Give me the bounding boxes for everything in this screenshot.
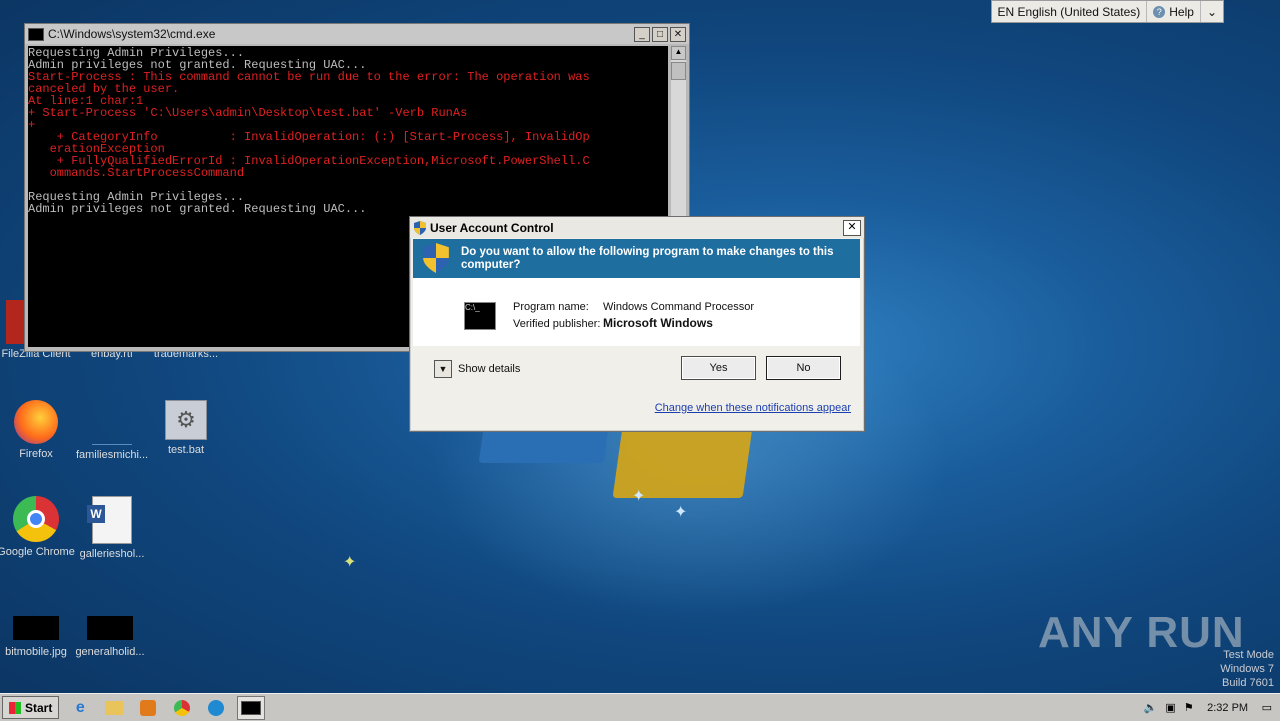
taskbar: Start e 🔈 ▣ ⚑ 2:32 PM ▭ (0, 693, 1280, 721)
help-icon: ? (1153, 5, 1166, 18)
test-mode-line: Build 7601 (1222, 677, 1274, 689)
uac-question: Do you want to allow the following progr… (461, 246, 834, 271)
language-bar: EN English (United States) ? Help ⌄ (990, 0, 1224, 23)
sparkle-icon: ✦ (343, 554, 357, 571)
media-player-icon (140, 699, 157, 716)
desktop-icon-label: familiesmichi... (75, 449, 149, 461)
explorer-taskbar-button[interactable] (101, 697, 127, 719)
desktop-icon-label: Firefox (19, 448, 53, 460)
no-button[interactable]: No (766, 356, 841, 380)
test-mode-notice: Test Mode Windows 7 Build 7601 (1220, 648, 1274, 690)
console-line: + Start-Process 'C:\Users\admin\Desktop\… (28, 106, 468, 120)
show-details-toggle[interactable]: ▼ Show details (434, 360, 520, 378)
chevron-down-icon[interactable]: ▼ (434, 360, 452, 378)
windows-flag-icon (9, 701, 21, 714)
start-label: Start (25, 700, 53, 715)
desktop-icon-label: Google Chrome (0, 546, 75, 558)
desktop-icon-label: bitmobile.jpg (5, 646, 67, 658)
sparkle-icon: ✦ (674, 504, 688, 521)
desktop-icon-chrome[interactable]: Google Chrome (0, 496, 76, 559)
edge-taskbar-button[interactable] (203, 697, 229, 719)
console-line: ommands.StartProcessCommand (28, 166, 245, 180)
publisher-value: Microsoft Windows (603, 316, 713, 330)
ie-taskbar-button[interactable]: e (67, 697, 93, 719)
cmd-icon (28, 27, 44, 41)
image-file-icon (13, 616, 59, 640)
firefox-icon (14, 400, 58, 444)
chrome-icon (174, 699, 191, 716)
desktop-icon-familiesmichi[interactable]: familiesmichi... (72, 400, 152, 461)
help-label: Help (1169, 4, 1194, 19)
desktop-icon-label: test.bat (167, 444, 205, 456)
scroll-up-arrow-icon[interactable]: ▲ (671, 46, 686, 60)
chrome-taskbar-button[interactable] (169, 697, 195, 719)
language-bar-options[interactable]: ⌄ (1201, 1, 1223, 22)
chevron-down-icon: ⌄ (1206, 4, 1217, 19)
test-mode-line: Windows 7 (1220, 663, 1274, 675)
shield-icon (414, 220, 426, 235)
uac-program-info: C:\_ Program name: Windows Command Proces… (413, 278, 860, 346)
cmd-title-bar[interactable]: C:\Windows\system32\cmd.exe _ □ ✕ (25, 24, 689, 44)
show-details-label: Show details (458, 363, 521, 375)
clock[interactable]: 2:32 PM (1202, 702, 1254, 714)
chrome-icon (13, 496, 59, 542)
word-doc-icon: W (87, 496, 132, 544)
desktop-icon-test-bat[interactable]: ⚙ test.bat (146, 400, 226, 456)
desktop-icon-label: gallerieshol... (79, 548, 145, 560)
uac-title: User Account Control (430, 220, 554, 235)
program-name-label: Program name: (513, 301, 589, 313)
desktop-icon-bitmobile[interactable]: bitmobile.jpg (0, 616, 76, 658)
close-button[interactable]: ✕ (843, 219, 861, 236)
help-button[interactable]: ? Help (1147, 1, 1201, 22)
uac-header: Do you want to allow the following progr… (413, 239, 860, 278)
desktop-icon-label: generalholid... (75, 646, 145, 658)
cmd-taskbar-button[interactable] (237, 695, 266, 720)
volume-icon[interactable]: 🔈 (1144, 701, 1158, 714)
anyrun-watermark: ANY RUN (1038, 608, 1245, 657)
image-file-icon (87, 616, 133, 640)
scroll-thumb[interactable] (671, 62, 686, 80)
start-button[interactable]: Start (2, 696, 60, 719)
desktop-icon-generalholid[interactable]: generalholid... (70, 616, 150, 658)
cmd-window-title: C:\Windows\system32\cmd.exe (48, 27, 216, 41)
language-selector[interactable]: EN English (United States) (992, 1, 1148, 22)
network-icon[interactable]: ▣ (1165, 701, 1175, 714)
notification-settings-link[interactable]: Change when these notifications appear (655, 402, 851, 414)
close-button[interactable]: ✕ (670, 26, 686, 42)
flag-icon[interactable]: ⚑ (1184, 701, 1194, 714)
uac-title-bar[interactable]: User Account Control ✕ (410, 217, 864, 238)
minimize-button[interactable]: _ (634, 26, 650, 42)
desktop-icon-gallerieshol[interactable]: W gallerieshol... (72, 496, 152, 560)
shield-icon (423, 243, 449, 273)
folder-icon (105, 700, 124, 715)
internet-explorer-icon: e (75, 698, 85, 716)
uac-footer: ▼ Show details Yes No Change when these … (413, 346, 860, 428)
media-player-taskbar-button[interactable] (135, 697, 161, 719)
console-line: Admin privileges not granted. Requesting… (28, 202, 367, 216)
batch-file-icon: ⚙ (165, 400, 207, 440)
maximize-button[interactable]: □ (652, 26, 668, 42)
yes-button[interactable]: Yes (681, 356, 756, 380)
filezilla-icon (6, 300, 24, 344)
system-tray: 🔈 ▣ ⚑ 2:32 PM ▭ (1144, 694, 1280, 721)
test-mode-line: Test Mode (1223, 649, 1274, 661)
program-name-value: Windows Command Processor (603, 301, 754, 313)
desktop-icon-firefox[interactable]: Firefox (0, 400, 76, 460)
publisher-label: Verified publisher: (513, 318, 601, 330)
language-label: EN English (United States) (997, 4, 1141, 19)
cmd-icon (241, 700, 262, 715)
edge-icon (208, 699, 225, 716)
cmd-program-icon: C:\_ (464, 302, 496, 330)
sparkle-icon: ✦ (632, 488, 646, 505)
uac-dialog[interactable]: User Account Control ✕ Do you want to al… (409, 216, 865, 432)
file-icon (92, 400, 132, 445)
show-desktop-icon[interactable]: ▭ (1262, 701, 1272, 714)
